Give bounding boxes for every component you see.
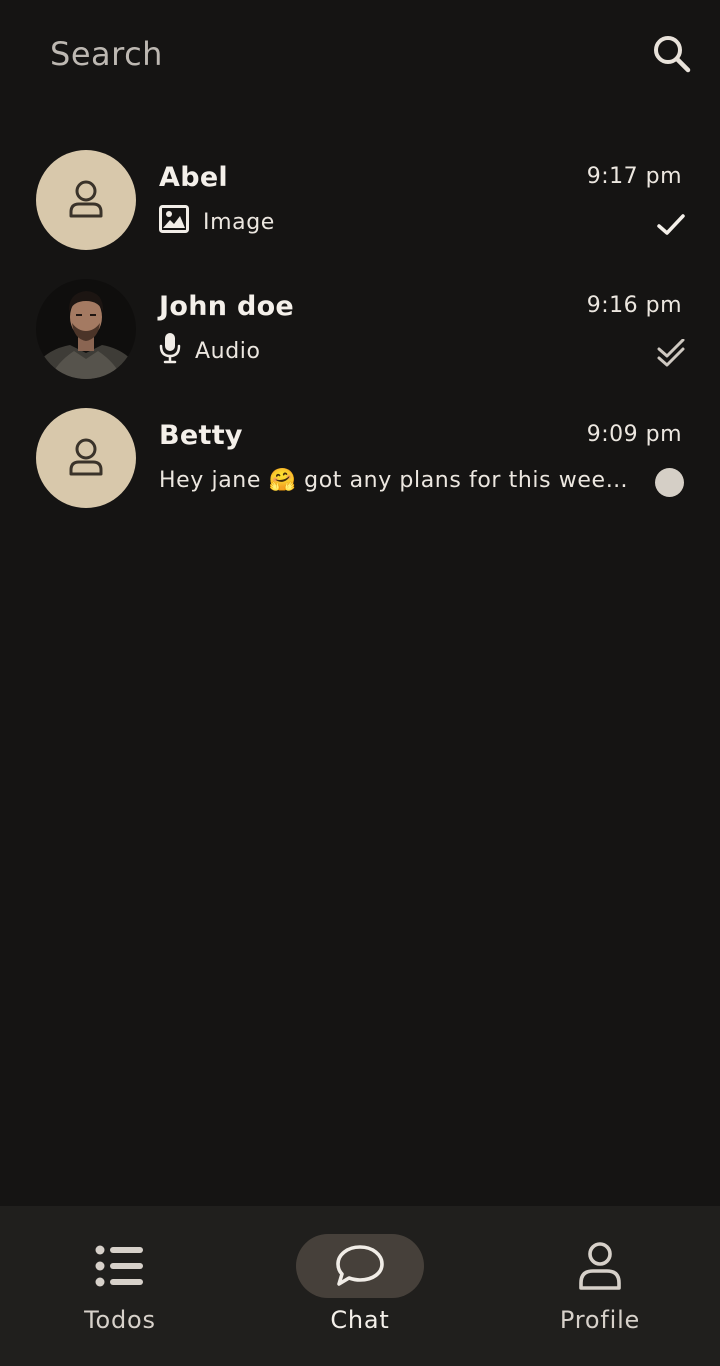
avatar	[36, 408, 136, 508]
search-input[interactable]: Search	[50, 34, 163, 74]
chat-item-betty[interactable]: Betty 9:09 pm Hey jane 🤗 got any plans f…	[0, 398, 720, 518]
preview-text: Image	[203, 209, 275, 235]
profile-photo	[36, 279, 136, 379]
chat-list-screen: Search Abel 9:17 pm Image John doe 9:16 …	[0, 0, 720, 1366]
message-preview: Hey jane 🤗 got any plans for this weeken…	[159, 462, 637, 498]
nav-label: Todos	[84, 1306, 156, 1334]
message-preview: Audio	[159, 333, 261, 369]
unread-dot	[655, 468, 684, 497]
message-time: 9:17 pm	[586, 164, 682, 189]
person-icon	[69, 438, 103, 476]
delivered-double-check-icon	[656, 338, 686, 369]
bottom-navigation: Todos Chat Profile	[0, 1206, 720, 1366]
list-icon	[56, 1234, 184, 1298]
chat-bubble-icon	[296, 1234, 424, 1298]
nav-item-chat[interactable]: Chat	[240, 1206, 480, 1366]
nav-label: Chat	[330, 1306, 390, 1334]
contact-name: Betty	[159, 420, 243, 451]
message-time: 9:16 pm	[586, 293, 682, 318]
sent-check-icon	[656, 210, 686, 240]
nav-label: Profile	[559, 1306, 641, 1334]
person-icon	[69, 180, 103, 218]
message-preview: Image	[159, 204, 275, 240]
preview-text: Audio	[195, 338, 261, 364]
avatar	[36, 150, 136, 250]
chat-item-abel[interactable]: Abel 9:17 pm Image	[0, 140, 720, 260]
search-icon[interactable]	[652, 34, 692, 74]
search-bar[interactable]: Search	[0, 0, 720, 108]
message-time: 9:09 pm	[586, 422, 682, 447]
preview-text: Hey jane 🤗 got any plans for this weeken…	[159, 467, 637, 493]
person-icon	[536, 1234, 664, 1298]
nav-item-todos[interactable]: Todos	[0, 1206, 240, 1366]
contact-name: John doe	[159, 291, 295, 322]
chat-item-john-doe[interactable]: John doe 9:16 pm Audio	[0, 269, 720, 389]
microphone-icon	[159, 332, 181, 370]
contact-name: Abel	[159, 162, 228, 193]
avatar	[36, 279, 136, 379]
image-icon	[159, 205, 189, 239]
nav-item-profile[interactable]: Profile	[480, 1206, 720, 1366]
